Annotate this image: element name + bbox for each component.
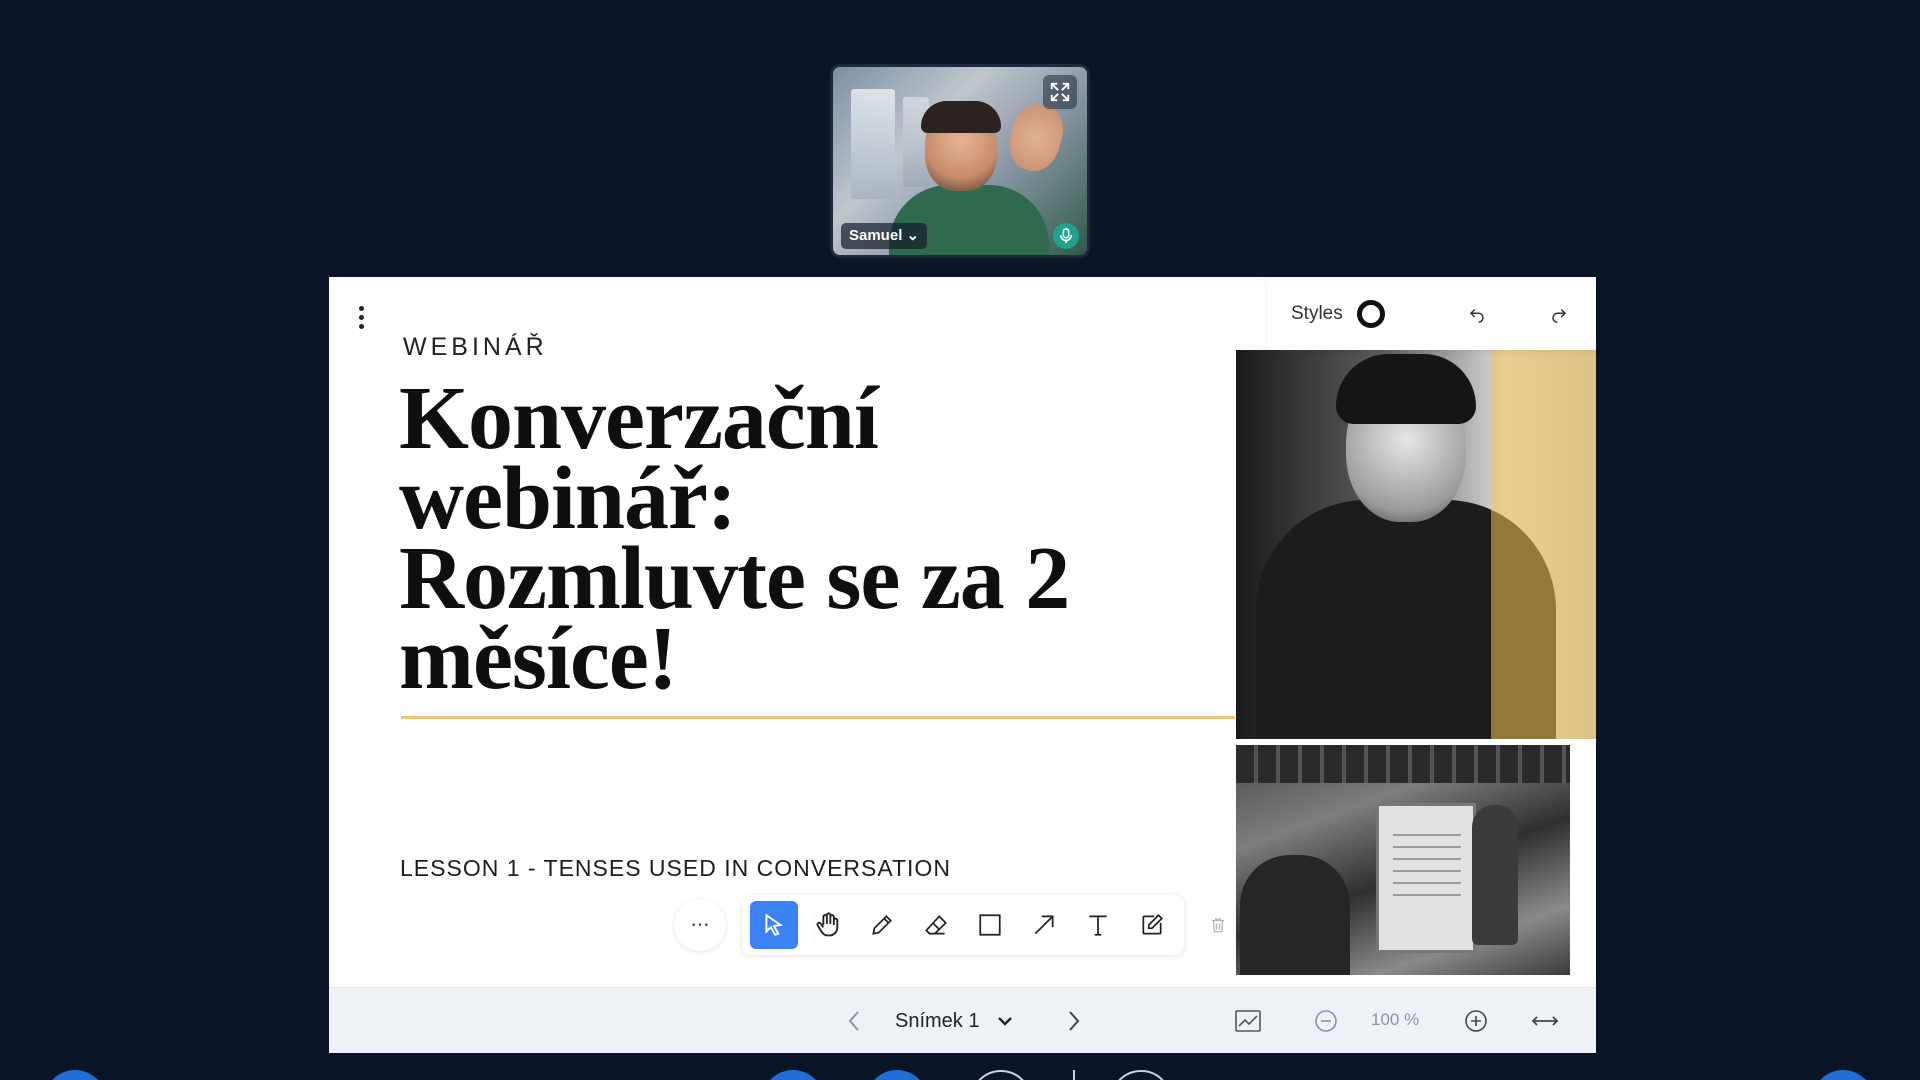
headline-line: Rozmluvte se za 2 (399, 529, 1070, 628)
select-tool[interactable] (750, 901, 798, 949)
current-slide-label: Snímek 1 (895, 1009, 980, 1032)
photo-flipchart (1376, 803, 1476, 953)
chevron-left-icon (848, 1011, 859, 1031)
eraser-tool[interactable] (912, 901, 960, 949)
fit-width-icon (1531, 1016, 1559, 1026)
photo-teacher (1472, 805, 1518, 945)
undo-icon (1469, 308, 1484, 323)
previous-slide-button[interactable] (837, 1004, 871, 1038)
microphone-icon (1059, 228, 1073, 244)
chevron-down-icon: ⌄ (906, 227, 920, 244)
tool-group (742, 895, 1184, 955)
video-background-window (851, 89, 895, 199)
redo-button[interactable] (1545, 300, 1573, 328)
hand-tool[interactable] (804, 901, 852, 949)
delete-button[interactable] (1198, 901, 1238, 949)
classroom-photo (1236, 745, 1570, 975)
photo-student (1240, 855, 1350, 975)
styles-panel: Styles (1267, 277, 1596, 350)
hand-icon (816, 912, 839, 937)
microphone-toggle-button[interactable] (866, 1070, 928, 1080)
fullscreen-button[interactable] (1043, 75, 1077, 109)
presentation-board[interactable]: WEBINÁŘ Konverzační webinář: Rozmluvte s… (329, 277, 1596, 1053)
zoom-level: 100 % (1371, 1010, 1420, 1029)
undo-button[interactable] (1463, 300, 1491, 328)
redo-icon (1552, 308, 1567, 323)
next-slide-button[interactable] (1057, 1004, 1091, 1038)
eraser-icon (925, 915, 947, 935)
more-options-button[interactable] (1110, 1070, 1172, 1080)
zoom-in-button[interactable] (1459, 1004, 1493, 1038)
chevron-down-icon (998, 1017, 1013, 1026)
camera-toggle-button[interactable] (762, 1070, 824, 1080)
pencil-icon (872, 915, 892, 935)
drawing-toolbar: ··· (674, 892, 1238, 958)
cursor-icon (765, 913, 784, 936)
rectangle-icon (979, 914, 1001, 936)
right-control-button[interactable] (1812, 1070, 1874, 1080)
analytics-button[interactable] (1231, 1004, 1265, 1038)
edit-note-icon (1142, 914, 1163, 935)
slide-headline: Konverzační webinář: Rozmluvte se za 2 m… (399, 369, 1179, 708)
slide-selector[interactable]: Snímek 1 (895, 1004, 1013, 1038)
expand-icon (1050, 82, 1070, 102)
chevron-right-icon (1069, 1011, 1080, 1031)
photo-roof (1236, 745, 1570, 783)
waving-hand (1003, 99, 1069, 177)
slide-navigation-bar: Snímek 1 100 % (329, 987, 1596, 1053)
photo-yellow-overlay (1491, 350, 1596, 739)
chart-icon (1235, 1010, 1261, 1032)
screen-share-button[interactable] (970, 1070, 1032, 1080)
pencil-tool[interactable] (858, 901, 906, 949)
dot-icon (358, 305, 364, 311)
slide-options-menu[interactable] (349, 299, 373, 335)
participant-hair (921, 101, 1001, 133)
arrow-tool[interactable] (1020, 901, 1068, 949)
zoom-in-icon (1465, 1010, 1487, 1032)
headline-line: Konverzační (399, 369, 879, 468)
arrow-icon (1034, 915, 1054, 935)
headline-line: webinář: (399, 449, 737, 548)
headline-underline (401, 716, 1235, 719)
style-color-swatch[interactable] (1356, 299, 1385, 328)
zoom-out-button[interactable] (1309, 1004, 1343, 1038)
headline-line: měsíce! (399, 609, 678, 708)
microphone-indicator (1053, 223, 1079, 249)
slide-eyebrow: WEBINÁŘ (403, 333, 548, 361)
photo-hair (1336, 354, 1476, 424)
left-control-button[interactable] (44, 1070, 106, 1080)
participant-video-tile[interactable]: Samuel ⌄ (830, 64, 1090, 258)
participant-name-tag[interactable]: Samuel ⌄ (841, 223, 928, 249)
note-tool[interactable] (1128, 901, 1176, 949)
text-tool[interactable] (1074, 901, 1122, 949)
trash-icon (1212, 918, 1224, 933)
portrait-photo (1236, 350, 1596, 739)
styles-label[interactable]: Styles (1291, 303, 1343, 325)
rectangle-tool[interactable] (966, 901, 1014, 949)
slide-lesson-subtitle: LESSON 1 - TENSES USED IN CONVERSATION (400, 855, 951, 881)
more-tools-button[interactable]: ··· (674, 899, 726, 951)
dot-icon (358, 323, 364, 329)
text-icon (1089, 915, 1107, 936)
controls-divider (1073, 1070, 1075, 1080)
zoom-out-icon (1315, 1010, 1337, 1032)
participant-name: Samuel (849, 227, 903, 244)
dot-icon (358, 314, 364, 320)
fit-width-button[interactable] (1525, 1004, 1565, 1038)
